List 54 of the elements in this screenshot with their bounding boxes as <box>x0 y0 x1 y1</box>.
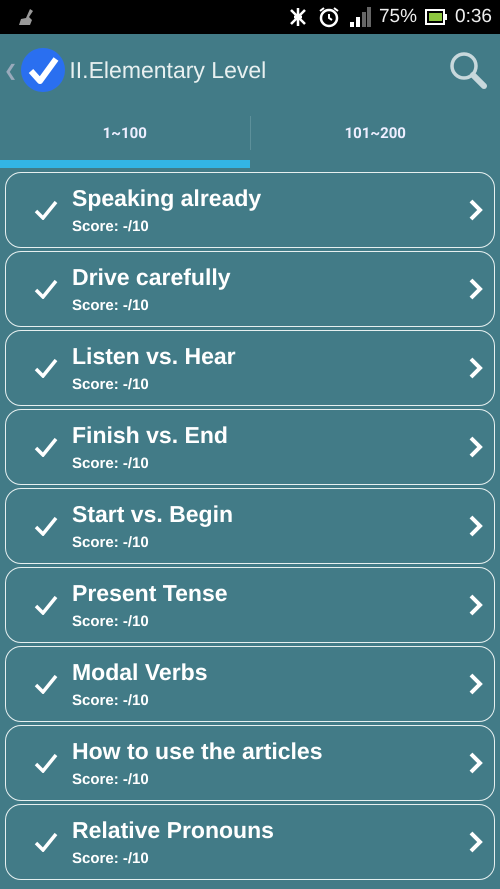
check-icon <box>34 674 58 694</box>
chevron-right-icon <box>468 672 484 696</box>
check-icon <box>34 200 58 220</box>
lesson-score: Score: -/10 <box>72 534 150 551</box>
search-icon[interactable] <box>448 50 488 90</box>
lesson-item[interactable]: Modal Verbs Score: -/10 <box>5 646 495 722</box>
lesson-item[interactable]: Present Tense Score: -/10 <box>5 567 495 643</box>
lesson-item[interactable]: Finish vs. End Score: -/10 <box>5 409 495 485</box>
screen-title: II.Elementary Level <box>69 56 268 84</box>
chevron-right-icon <box>468 514 484 538</box>
lesson-title: Listen vs. Hear <box>72 343 237 370</box>
chevron-right-icon <box>468 356 484 380</box>
lesson-title: Speaking already <box>72 185 262 212</box>
lesson-score: Score: -/10 <box>72 376 150 393</box>
checkmark-logo-icon <box>21 48 66 92</box>
lesson-title: Finish vs. End <box>72 422 229 449</box>
check-icon <box>34 595 58 615</box>
lesson-item[interactable]: Speaking already Score: -/10 <box>5 172 495 248</box>
clock: 0:36 <box>455 6 492 28</box>
lesson-title: Present Tense <box>72 580 229 607</box>
lesson-title: Start vs. Begin <box>72 501 234 528</box>
chevron-right-icon <box>468 593 484 617</box>
lesson-item[interactable]: Drive carefully Score: -/10 <box>5 251 495 327</box>
check-icon <box>34 753 58 773</box>
check-icon <box>34 279 58 299</box>
lesson-score: Score: -/10 <box>72 771 150 788</box>
chevron-right-icon <box>468 830 484 854</box>
chevron-right-icon <box>468 751 484 775</box>
chevron-right-icon <box>468 435 484 459</box>
check-icon <box>34 516 58 536</box>
lesson-title: Relative Pronouns <box>72 817 275 844</box>
lesson-title: Modal Verbs <box>72 659 208 686</box>
alarm-icon <box>316 5 341 29</box>
signal-icon <box>348 7 371 27</box>
chevron-right-icon <box>468 198 484 222</box>
lesson-score: Score: -/10 <box>72 692 150 709</box>
lesson-score: Score: -/10 <box>72 455 150 472</box>
check-icon <box>34 437 58 457</box>
chevron-right-icon <box>468 277 484 301</box>
lesson-title: Drive carefully <box>72 264 232 291</box>
lesson-title: How to use the articles <box>72 738 324 765</box>
lesson-score: Score: -/10 <box>72 613 150 630</box>
check-icon <box>34 358 58 378</box>
lesson-item[interactable]: Relative Pronouns Score: -/10 <box>5 804 495 880</box>
check-icon <box>34 832 58 852</box>
lesson-item[interactable]: Listen vs. Hear Score: -/10 <box>5 330 495 406</box>
tab[interactable]: 101~200 <box>250 106 500 168</box>
lesson-item[interactable]: How to use the articles Score: -/10 <box>5 725 495 801</box>
lesson-score: Score: -/10 <box>72 297 150 314</box>
lesson-item[interactable]: Start vs. Begin Score: -/10 <box>5 488 495 564</box>
lesson-score: Score: -/10 <box>72 850 150 867</box>
battery-percentage: 75% <box>378 6 418 28</box>
lesson-score: Score: -/10 <box>72 218 150 235</box>
battery-icon <box>425 9 448 25</box>
